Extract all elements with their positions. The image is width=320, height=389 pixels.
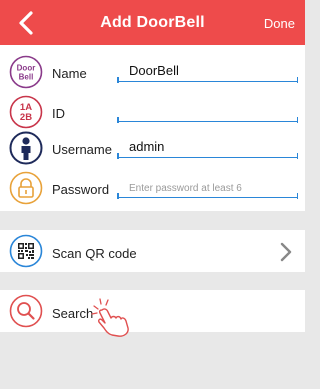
name-input[interactable] [129,62,292,78]
name-row: Door Bell Name [0,51,305,91]
scan-qr-code-label: Scan QR code [52,246,137,261]
id-row: 1A 2B ID [0,91,305,131]
tap-hand-icon [91,298,129,337]
username-field [117,135,298,159]
id-label: ID [52,106,65,121]
qr-code-icon [9,234,43,268]
id-icon: 1A 2B [9,95,43,129]
search-row[interactable]: Search [0,290,305,337]
chevron-right-icon [280,242,292,262]
password-label: Password [52,182,110,197]
username-row: Username [0,127,305,167]
password-field [117,175,298,199]
scan-qr-code-row[interactable]: Scan QR code [0,230,305,272]
password-row: Password [0,167,305,207]
done-button[interactable]: Done [264,16,295,31]
name-label: Name [52,66,87,81]
doorbell-icon-text-bottom: Bell [19,73,34,82]
magnifier-icon [9,294,43,328]
doorbell-icon-text-top: Door [17,64,36,73]
id-input[interactable] [129,102,292,118]
name-field [117,59,298,83]
user-icon [9,131,43,165]
username-label: Username [52,142,112,157]
app-header: Add DoorBell Done [0,0,305,45]
doorbell-form: Door Bell Name 1A 2B ID Username [0,45,305,211]
id-icon-text-bottom: 2B [20,112,32,123]
username-input[interactable] [129,138,292,154]
doorbell-icon: Door Bell [9,55,43,89]
page-title: Add DoorBell [100,14,205,31]
password-input[interactable] [129,178,292,194]
id-field [117,99,298,123]
lock-icon [9,171,43,205]
